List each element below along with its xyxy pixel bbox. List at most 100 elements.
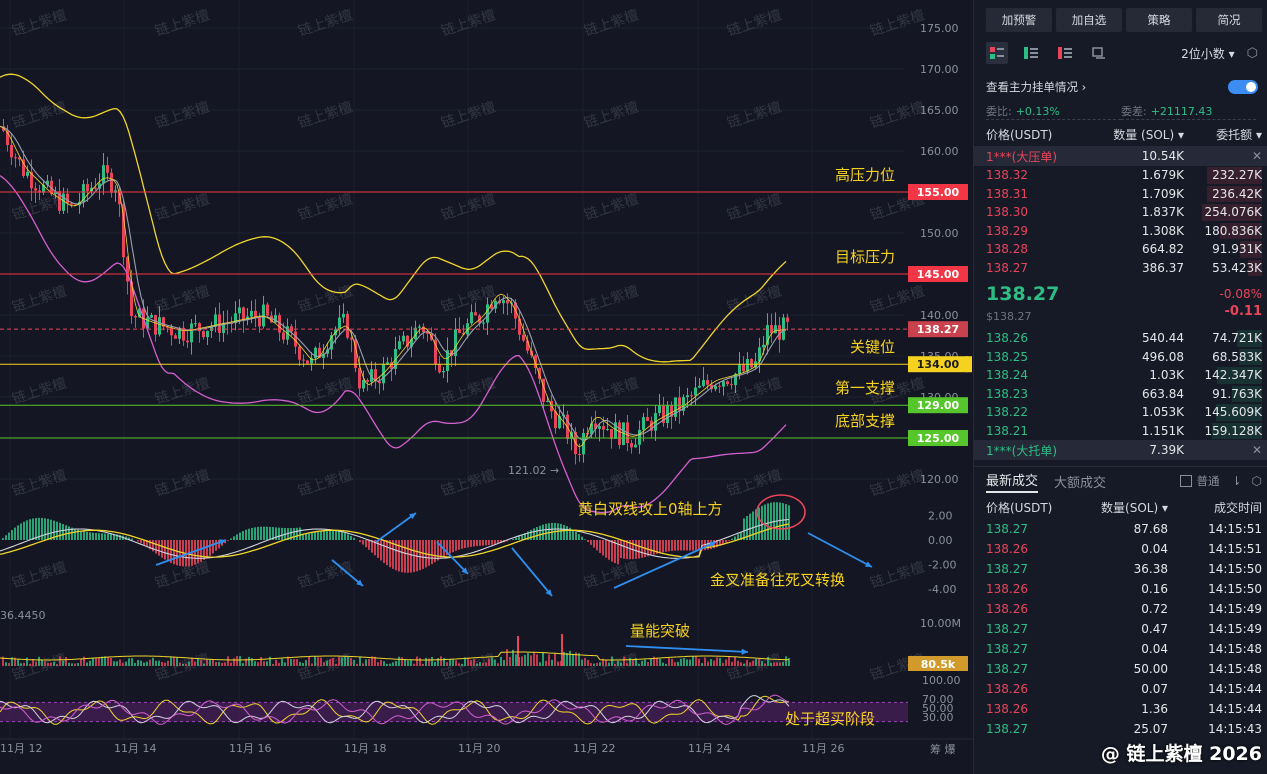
volume-bar: [614, 663, 616, 666]
normal-checkbox[interactable]: 普通: [1180, 473, 1219, 489]
ma-short-line: [0, 126, 787, 448]
volume-bar: [71, 663, 73, 666]
bid-qty: 1.151K: [1141, 423, 1184, 438]
macd-histogram-bar: [65, 525, 67, 540]
big-ask-row[interactable]: 1***(大压单) 10.54K ✕: [974, 146, 1267, 166]
trade-row[interactable]: 138.27 87.68 14:15:51: [974, 519, 1267, 539]
filter-icon[interactable]: ⇂: [1231, 474, 1241, 488]
bid-row[interactable]: 138.25 496.08 68.583K: [974, 348, 1267, 367]
add-alert-button[interactable]: 加预警: [986, 8, 1052, 32]
main-orders-toggle[interactable]: [1228, 80, 1258, 94]
candle-body: [250, 310, 253, 317]
ask-row[interactable]: 138.32 1.679K 232.27K: [974, 166, 1267, 185]
tab-latest-trades[interactable]: 最新成交: [986, 470, 1039, 493]
bid-row[interactable]: 138.22 1.053K 145.609K: [974, 403, 1267, 422]
price-axis-tick: 175.00: [920, 22, 959, 35]
candle-body: [722, 381, 725, 387]
macd-histogram-bar: [638, 540, 640, 559]
ask-row[interactable]: 138.31 1.709K 236.42K: [974, 185, 1267, 204]
macd-histogram-bar: [653, 540, 655, 555]
trade-row[interactable]: 138.27 25.07 14:15:43: [974, 719, 1267, 739]
trade-row[interactable]: 138.26 0.72 14:15:49: [974, 599, 1267, 619]
watermark-text: 链上紫檀: [296, 190, 355, 223]
macd-histogram-bar: [278, 527, 280, 540]
macd-histogram-bar: [296, 527, 298, 540]
bid-row[interactable]: 138.23 663.84 91.763K: [974, 385, 1267, 404]
ask-price: 138.31: [986, 186, 1028, 201]
close-icon[interactable]: ✕: [1242, 443, 1262, 457]
candle-body: [362, 380, 365, 389]
trade-tabs: 最新成交 大额成交 普通 ⇂ ⬡: [974, 466, 1267, 495]
watermark-text: 链上紫檀: [296, 466, 355, 499]
kline-chart[interactable]: 链上紫檀 链上紫檀 链上紫檀 链上紫檀 链上紫檀 链上紫檀 链上紫檀链上紫檀 链上紫檀 链上紫檀…: [0, 0, 973, 774]
macd-histogram-bar: [662, 540, 664, 553]
trades-view-icon[interactable]: [1088, 42, 1110, 64]
tr-col-qty[interactable]: 数量(SOL) ▾: [1076, 499, 1168, 516]
bid-row[interactable]: 138.21 1.151K 159.128K: [974, 422, 1267, 441]
trade-row[interactable]: 138.26 1.36 14:15:44: [974, 699, 1267, 719]
volume-bar: [149, 659, 151, 666]
macd-histogram-bar: [764, 504, 766, 540]
volume-bar: [542, 652, 544, 666]
candle-body: [694, 387, 697, 396]
volume-bar: [155, 660, 157, 666]
ask-row[interactable]: 138.29 1.308K 180.836K: [974, 222, 1267, 241]
both-sides-view-icon[interactable]: [986, 42, 1008, 64]
bid-row[interactable]: 138.24 1.03K 142.347K: [974, 366, 1267, 385]
add-watchlist-button[interactable]: 加自选: [1056, 8, 1122, 32]
trend-arrow: [375, 512, 417, 543]
trade-row[interactable]: 138.26 0.04 14:15:51: [974, 539, 1267, 559]
macd-histogram-bar: [407, 540, 409, 573]
volume-bar: [620, 662, 622, 666]
trade-row[interactable]: 138.27 50.00 14:15:48: [974, 659, 1267, 679]
normal-label: 普通: [1196, 474, 1220, 488]
macd-histogram-bar: [236, 534, 238, 540]
macd-histogram-bar: [587, 540, 589, 543]
macd-histogram-bar: [479, 540, 481, 546]
close-icon[interactable]: ✕: [1242, 149, 1262, 163]
volume-bar: [308, 656, 310, 666]
ask-row[interactable]: 138.27 386.37 53.423K: [974, 259, 1267, 278]
volume-bar: [746, 659, 748, 666]
trade-row[interactable]: 138.26 0.16 14:15:50: [974, 579, 1267, 599]
ask-amount: 180.836K: [1204, 223, 1263, 238]
volume-bar: [56, 663, 58, 666]
settings-icon[interactable]: ⬡: [1247, 46, 1258, 61]
asks-view-icon[interactable]: [1054, 42, 1076, 64]
trade-row[interactable]: 138.27 0.04 14:15:48: [974, 639, 1267, 659]
volume-bar: [248, 656, 250, 666]
tab-large-trades[interactable]: 大额成交: [1054, 472, 1106, 491]
strategy-button[interactable]: 策略: [1126, 8, 1192, 32]
chart-area[interactable]: 链上紫檀 链上紫檀 链上紫檀 链上紫檀 链上紫檀 链上紫檀 链上紫檀 链上紫檀 链上紫檀 链上紫檀…: [0, 0, 973, 774]
overview-button[interactable]: 简况: [1196, 8, 1262, 32]
macd-histogram-bar: [545, 523, 547, 540]
macd-histogram-bar: [314, 532, 316, 540]
trade-row[interactable]: 138.27 0.47 14:15:49: [974, 619, 1267, 639]
bids-view-icon[interactable]: [1020, 42, 1042, 64]
volume-bar: [26, 657, 28, 666]
volume-bar: [41, 659, 43, 666]
trade-row[interactable]: 138.27 36.38 14:15:50: [974, 559, 1267, 579]
big-bid-row[interactable]: 1***(大托单) 7.39K ✕: [974, 440, 1267, 460]
volume-bar: [68, 662, 70, 666]
ask-amount: 91.931K: [1212, 242, 1262, 257]
macd-histogram-bar: [464, 540, 466, 549]
settings-icon[interactable]: ⬡: [1252, 474, 1262, 488]
bid-row[interactable]: 138.26 540.44 74.721K: [974, 329, 1267, 348]
ask-row[interactable]: 138.28 664.82 91.931K: [974, 240, 1267, 259]
ask-row[interactable]: 138.30 1.837K 254.076K: [974, 203, 1267, 222]
main-orders-row[interactable]: 查看主力挂单情况 ›: [974, 74, 1267, 100]
arrow-head: [741, 648, 748, 655]
bid-amount: 91.763K: [1212, 386, 1262, 401]
ob-col-amount[interactable]: 委托额 ▾: [1184, 126, 1262, 143]
ob-col-qty[interactable]: 数量 (SOL) ▾: [1096, 126, 1184, 143]
macd-histogram-bar: [758, 507, 760, 540]
volume-bar: [764, 663, 766, 666]
volume-bar: [125, 661, 127, 666]
trade-row[interactable]: 138.26 0.07 14:15:44: [974, 679, 1267, 699]
bid-diff: 委差: +21117.43: [1121, 103, 1256, 120]
volume-bar: [641, 660, 643, 666]
precision-select[interactable]: 2位小数 ▾: [1181, 45, 1235, 62]
macd-histogram-bar: [782, 503, 784, 540]
volume-bar: [593, 663, 595, 666]
